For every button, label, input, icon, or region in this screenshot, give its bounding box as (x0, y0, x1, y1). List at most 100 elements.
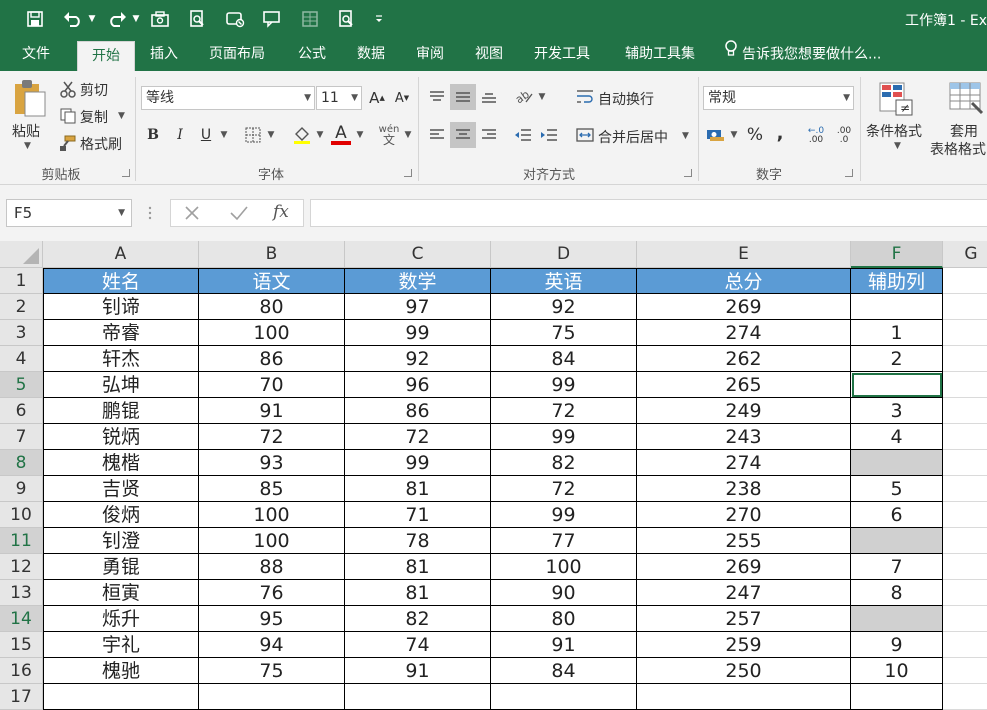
select-all-corner[interactable] (0, 241, 43, 268)
cell-chinese[interactable]: 75 (199, 658, 345, 684)
alignment-launcher-icon[interactable] (684, 169, 692, 177)
column-header-b[interactable]: B (199, 241, 345, 268)
cell-english[interactable]: 72 (491, 476, 637, 502)
tell-me-search[interactable]: 告诉我您想要做什么... (724, 38, 881, 71)
conditional-format-icon[interactable]: ≠ (876, 79, 916, 119)
cell-total[interactable]: 238 (637, 476, 851, 502)
increase-font-icon[interactable]: A ▲ (368, 88, 386, 108)
clipboard-launcher-icon[interactable] (122, 169, 130, 177)
cell-english[interactable]: 92 (491, 294, 637, 320)
empty-cell[interactable] (851, 684, 943, 710)
row-header-13[interactable]: 13 (0, 580, 43, 606)
conditional-dropdown-icon[interactable]: ▼ (894, 141, 901, 151)
cell-math[interactable]: 81 (345, 476, 491, 502)
cell-math[interactable]: 71 (345, 502, 491, 528)
accounting-format-icon[interactable] (705, 124, 727, 146)
align-bottom-icon[interactable] (478, 86, 500, 108)
align-right-icon[interactable] (478, 124, 500, 146)
copy-icon[interactable] (58, 106, 78, 126)
row-header-2[interactable]: 2 (0, 294, 43, 320)
decrease-indent-icon[interactable] (512, 124, 534, 146)
cell-english[interactable]: 99 (491, 502, 637, 528)
cell-english[interactable]: 84 (491, 658, 637, 684)
cell-english[interactable]: 100 (491, 554, 637, 580)
insert-function-icon[interactable]: fx (273, 202, 289, 222)
tab-view[interactable]: 视图 (463, 38, 515, 71)
cell-name[interactable]: 轩杰 (43, 346, 199, 372)
cell-total[interactable]: 274 (637, 450, 851, 476)
copy-button[interactable]: 复制 (80, 107, 108, 127)
row-header-5[interactable]: 5 (0, 372, 43, 398)
cell-name[interactable]: 弘坤 (43, 372, 199, 398)
increase-decimal-icon[interactable]: ←.0.00 (802, 123, 830, 149)
merge-center-icon[interactable] (574, 124, 596, 146)
empty-cell[interactable] (43, 684, 199, 710)
border-icon[interactable] (242, 124, 264, 146)
cell-english[interactable]: 90 (491, 580, 637, 606)
tab-insert[interactable]: 插入 (140, 38, 188, 71)
cell-total[interactable]: 247 (637, 580, 851, 606)
empty-cell[interactable] (199, 684, 345, 710)
cell-helper[interactable]: 4 (851, 424, 943, 450)
font-launcher-icon[interactable] (404, 169, 412, 177)
fill-color-icon[interactable] (291, 124, 313, 146)
cell-chinese[interactable]: 91 (199, 398, 345, 424)
decrease-font-icon[interactable]: A ▼ (393, 88, 411, 108)
format-painter-button[interactable]: 格式刷 (80, 134, 122, 154)
empty-cell[interactable] (345, 684, 491, 710)
align-left-icon[interactable] (426, 124, 448, 146)
cell-chinese[interactable]: 76 (199, 580, 345, 606)
scissors-icon[interactable] (58, 79, 78, 99)
cell-chinese[interactable]: 93 (199, 450, 345, 476)
cell-name[interactable]: 宇礼 (43, 632, 199, 658)
row-header-1[interactable]: 1 (0, 268, 43, 294)
border-dropdown-icon[interactable]: ▼ (265, 124, 277, 146)
cell-name[interactable]: 桓寅 (43, 580, 199, 606)
cell-helper[interactable]: 8 (851, 580, 943, 606)
cell-total[interactable]: 257 (637, 606, 851, 632)
cell-chinese[interactable]: 70 (199, 372, 345, 398)
cell-total[interactable]: 262 (637, 346, 851, 372)
cell-helper[interactable]: 1 (851, 320, 943, 346)
row-header-14[interactable]: 14 (0, 606, 43, 632)
header-cell-name[interactable]: 姓名 (43, 268, 199, 294)
cell-english[interactable]: 99 (491, 372, 637, 398)
cell-total[interactable]: 243 (637, 424, 851, 450)
format-as-table-icon[interactable] (946, 79, 986, 119)
column-header-f[interactable]: F (851, 241, 943, 268)
cell-english[interactable]: 80 (491, 606, 637, 632)
cell-math[interactable]: 99 (345, 450, 491, 476)
camera-icon[interactable] (147, 6, 173, 32)
orientation-dropdown-icon[interactable]: ▼ (536, 86, 548, 108)
cell-helper[interactable]: 2 (851, 346, 943, 372)
column-header-e[interactable]: E (637, 241, 851, 268)
cancel-icon[interactable] (183, 204, 201, 226)
enter-icon[interactable] (229, 204, 249, 226)
empty-cell[interactable] (637, 684, 851, 710)
cell-total[interactable]: 265 (637, 372, 851, 398)
cell-english[interactable]: 84 (491, 346, 637, 372)
row-header-9[interactable]: 9 (0, 476, 43, 502)
cell-chinese[interactable]: 88 (199, 554, 345, 580)
cell-chinese[interactable]: 94 (199, 632, 345, 658)
tab-data[interactable]: 数据 (345, 38, 397, 71)
italic-icon[interactable]: I (170, 124, 190, 146)
cell-math[interactable]: 91 (345, 658, 491, 684)
cell-name[interactable]: 勇锟 (43, 554, 199, 580)
formula-bar-grip[interactable] (148, 203, 152, 223)
underline-dropdown-icon[interactable]: ▼ (218, 124, 230, 146)
column-header-c[interactable]: C (345, 241, 491, 268)
cell-total[interactable]: 249 (637, 398, 851, 424)
merge-center-button[interactable]: 合并后居中 (598, 127, 668, 147)
conditional-format-button[interactable]: 条件格式 (866, 121, 922, 141)
cell-total[interactable]: 250 (637, 658, 851, 684)
cell-total[interactable]: 255 (637, 528, 851, 554)
redo-dropdown-icon[interactable]: ▼ (130, 6, 142, 32)
cell-helper[interactable]: 9 (851, 632, 943, 658)
customize-icon[interactable] (372, 6, 386, 32)
row-header-3[interactable]: 3 (0, 320, 43, 346)
form-icon[interactable] (222, 6, 248, 32)
row-header-7[interactable]: 7 (0, 424, 43, 450)
cell-name[interactable]: 吉贤 (43, 476, 199, 502)
tab-page-layout[interactable]: 页面布局 (197, 38, 277, 71)
